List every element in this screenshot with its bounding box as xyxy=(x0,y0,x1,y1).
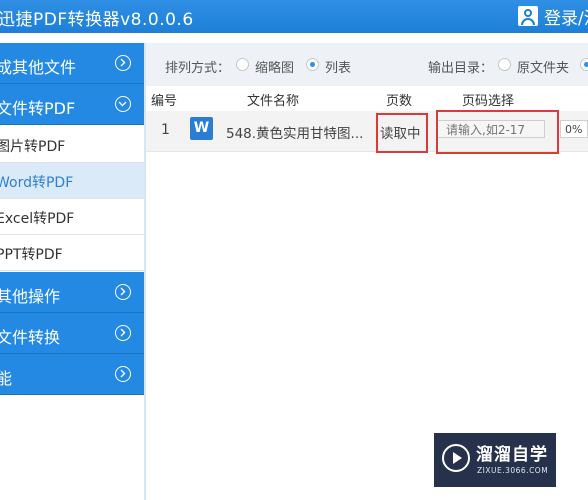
sidebar-group-features[interactable]: 能 xyxy=(0,354,144,395)
sidebar: 成其他文件 文件转PDF 图片转PDF Word转PDF Excel转PDF P… xyxy=(0,43,146,500)
highlight-pages-box xyxy=(376,113,428,153)
word-file-icon: W xyxy=(190,117,213,140)
sidebar-group-label: 文件转PDF xyxy=(0,99,76,118)
header-page-select: 页码选择 xyxy=(462,94,515,109)
sidebar-item-label: PPT转PDF xyxy=(0,247,63,263)
sort-list-radio[interactable] xyxy=(306,58,319,71)
output-custom-radio[interactable] xyxy=(580,58,588,71)
row-filename: 548.黄色实用甘特图... xyxy=(226,126,364,142)
title-bar: 迅捷PDF转换器v8.0.0.6 登录/注 xyxy=(0,0,588,33)
sidebar-group-other-ops[interactable]: 其他操作 xyxy=(0,272,144,313)
watermark-name: 溜溜自学 xyxy=(476,445,548,465)
user-icon xyxy=(518,6,538,26)
sidebar-item-excel-to-pdf[interactable]: Excel转PDF xyxy=(0,199,144,235)
row-progress: 0% xyxy=(560,120,588,138)
app-title: 迅捷PDF转换器v8.0.0.6 xyxy=(0,10,194,30)
sidebar-group-file-convert[interactable]: 文件转换 xyxy=(0,313,144,354)
row-index: 1 xyxy=(161,122,170,138)
output-dir-label: 输出目录： xyxy=(428,61,494,76)
header-index: 编号 xyxy=(151,94,178,109)
login-label: 登录/注 xyxy=(544,8,588,29)
sort-list-label[interactable]: 列表 xyxy=(325,57,351,76)
chevron-right-icon xyxy=(115,325,131,341)
watermark-url: ZIXUE.3066.COM xyxy=(477,466,549,475)
output-original-radio[interactable] xyxy=(498,58,511,71)
play-icon xyxy=(442,444,470,472)
sidebar-group-label: 文件转换 xyxy=(0,328,61,347)
sidebar-group-label: 能 xyxy=(0,369,13,388)
chevron-down-icon xyxy=(115,96,131,112)
header-pages: 页数 xyxy=(386,94,413,109)
sidebar-group-label: 其他操作 xyxy=(0,287,61,306)
sidebar-group-convert-other[interactable]: 成其他文件 xyxy=(0,43,144,84)
sort-thumbnail-label[interactable]: 缩略图 xyxy=(255,57,294,76)
sidebar-item-ppt-to-pdf[interactable]: PPT转PDF xyxy=(0,235,144,271)
sidebar-item-label: Excel转PDF xyxy=(0,211,75,227)
sidebar-item-label: 图片转PDF xyxy=(0,139,66,155)
login-button[interactable]: 登录/注 xyxy=(518,4,588,29)
table-header: 编号 文件名称 页数 页码选择 xyxy=(146,88,588,109)
sidebar-item-label: Word转PDF xyxy=(0,175,74,191)
chevron-right-icon xyxy=(115,366,131,382)
sidebar-item-word-to-pdf[interactable]: Word转PDF xyxy=(0,163,144,199)
highlight-page-select-box xyxy=(436,110,559,154)
header-filename: 文件名称 xyxy=(247,94,300,109)
chevron-right-icon xyxy=(115,55,131,71)
sort-thumbnail-radio[interactable] xyxy=(236,58,249,71)
output-original-label[interactable]: 原文件夹 xyxy=(517,57,569,76)
main-panel: 排列方式： 缩略图 列表 输出目录： 原文件夹 编号 文件名称 页数 页码选择 … xyxy=(146,43,588,500)
sidebar-item-image-to-pdf[interactable]: 图片转PDF xyxy=(0,127,144,163)
title-separator xyxy=(0,33,588,43)
toolbar: 排列方式： 缩略图 列表 输出目录： 原文件夹 xyxy=(146,43,588,86)
sidebar-group-file-to-pdf[interactable]: 文件转PDF xyxy=(0,84,144,125)
watermark-logo: 溜溜自学 ZIXUE.3066.COM xyxy=(434,433,556,487)
sort-label: 排列方式： xyxy=(165,61,231,76)
chevron-right-icon xyxy=(115,284,131,300)
sidebar-group-label: 成其他文件 xyxy=(0,58,77,77)
